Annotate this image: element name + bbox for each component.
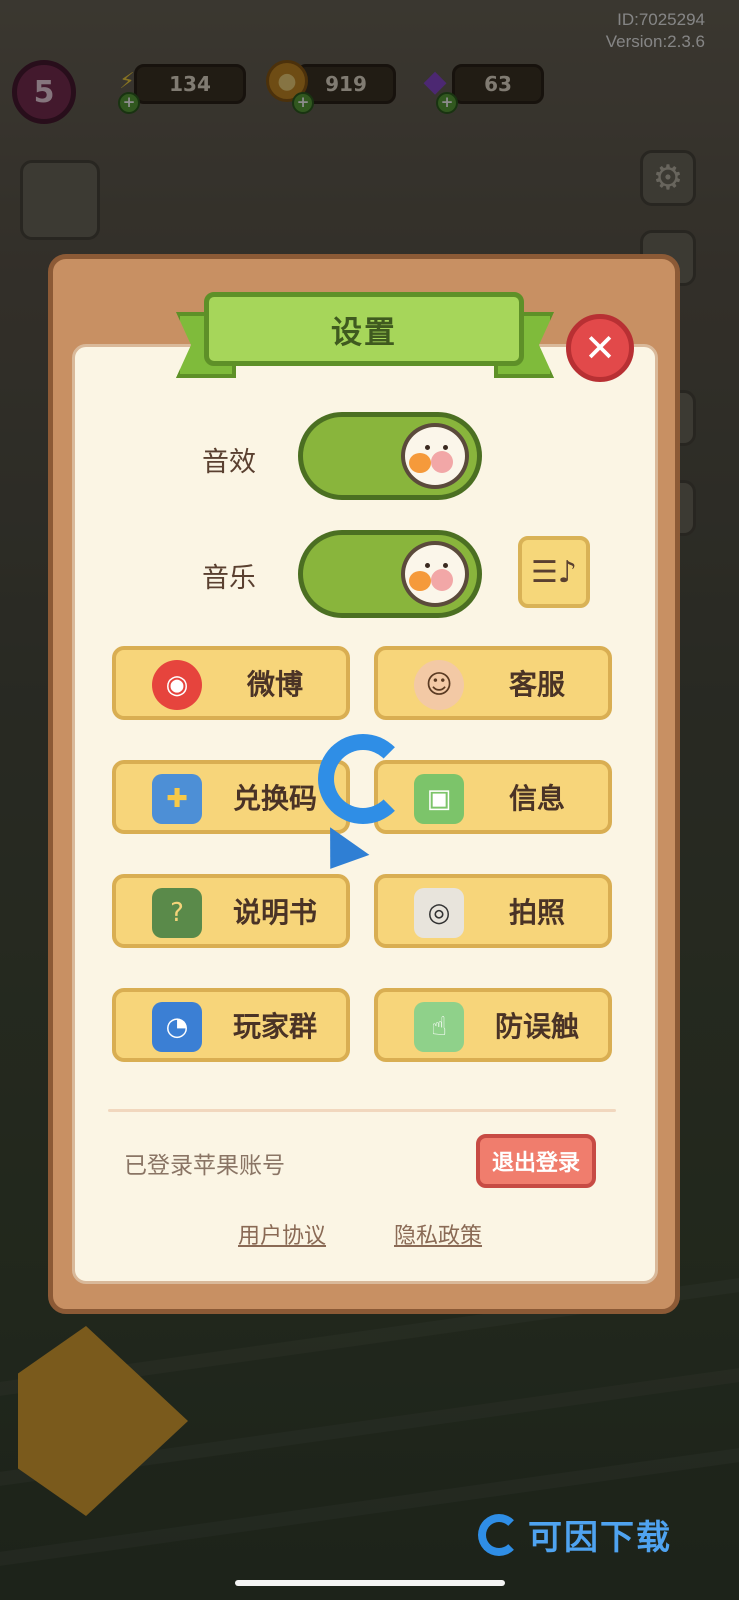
home-indicator[interactable] bbox=[235, 1580, 505, 1586]
touch-guard-icon: ☝ bbox=[414, 1002, 464, 1052]
brand-text: 可因下载 bbox=[528, 1518, 672, 1558]
manual-button[interactable]: ? 说明书 bbox=[112, 874, 350, 948]
watermark-logo-icon bbox=[318, 734, 408, 824]
brand-logo-icon bbox=[478, 1513, 520, 1556]
close-icon: ✕ bbox=[584, 326, 616, 370]
photo-label: 拍照 bbox=[508, 896, 565, 929]
toggle-knob-duck-icon bbox=[401, 423, 469, 489]
logout-label: 退出登录 bbox=[491, 1151, 580, 1176]
settings-title-ribbon: 设置 bbox=[204, 292, 524, 366]
redeem-code-button[interactable]: ✚ 兑换码 bbox=[112, 760, 350, 834]
close-button[interactable]: ✕ bbox=[566, 314, 634, 382]
info-button[interactable]: ▣ 信息 bbox=[374, 760, 612, 834]
gift-icon: ✚ bbox=[152, 774, 202, 824]
customer-service-button[interactable]: ☺ 客服 bbox=[374, 646, 612, 720]
sound-effects-label: 音效 bbox=[202, 447, 256, 478]
settings-title: 设置 bbox=[331, 314, 397, 351]
touch-guard-button[interactable]: ☝ 防误触 bbox=[374, 988, 612, 1062]
divider bbox=[108, 1109, 616, 1112]
weibo-label: 微博 bbox=[246, 668, 303, 701]
manual-label: 说明书 bbox=[232, 896, 317, 929]
customer-service-label: 客服 bbox=[508, 668, 565, 701]
login-status: 已登录苹果账号 bbox=[124, 1153, 285, 1179]
playlist-button[interactable]: ☰♪ bbox=[518, 536, 590, 608]
logout-button[interactable]: 退出登录 bbox=[476, 1134, 596, 1188]
music-label: 音乐 bbox=[202, 563, 256, 594]
player-group-label: 玩家群 bbox=[232, 1010, 317, 1043]
sound-effects-toggle[interactable] bbox=[298, 412, 482, 500]
watermark-brand: 可因下载 bbox=[478, 1510, 672, 1559]
privacy-policy-link[interactable]: 隐私政策 bbox=[394, 1218, 482, 1250]
photo-button[interactable]: ◎ 拍照 bbox=[374, 874, 612, 948]
id-card-icon: ▣ bbox=[414, 774, 464, 824]
user-agreement-link[interactable]: 用户协议 bbox=[238, 1218, 326, 1250]
touch-guard-label: 防误触 bbox=[494, 1010, 579, 1043]
toggle-knob-duck-icon bbox=[401, 541, 469, 607]
player-group-button[interactable]: ◔ 玩家群 bbox=[112, 988, 350, 1062]
weibo-button[interactable]: ◉ 微博 bbox=[112, 646, 350, 720]
manual-book-icon: ? bbox=[152, 888, 202, 938]
camera-icon: ◎ bbox=[414, 888, 464, 938]
customer-service-icon: ☺ bbox=[414, 660, 464, 710]
music-toggle[interactable] bbox=[298, 530, 482, 618]
music-list-icon: ☰♪ bbox=[530, 554, 578, 590]
weibo-icon: ◉ bbox=[152, 660, 202, 710]
qq-group-icon: ◔ bbox=[152, 1002, 202, 1052]
info-label: 信息 bbox=[508, 782, 565, 815]
